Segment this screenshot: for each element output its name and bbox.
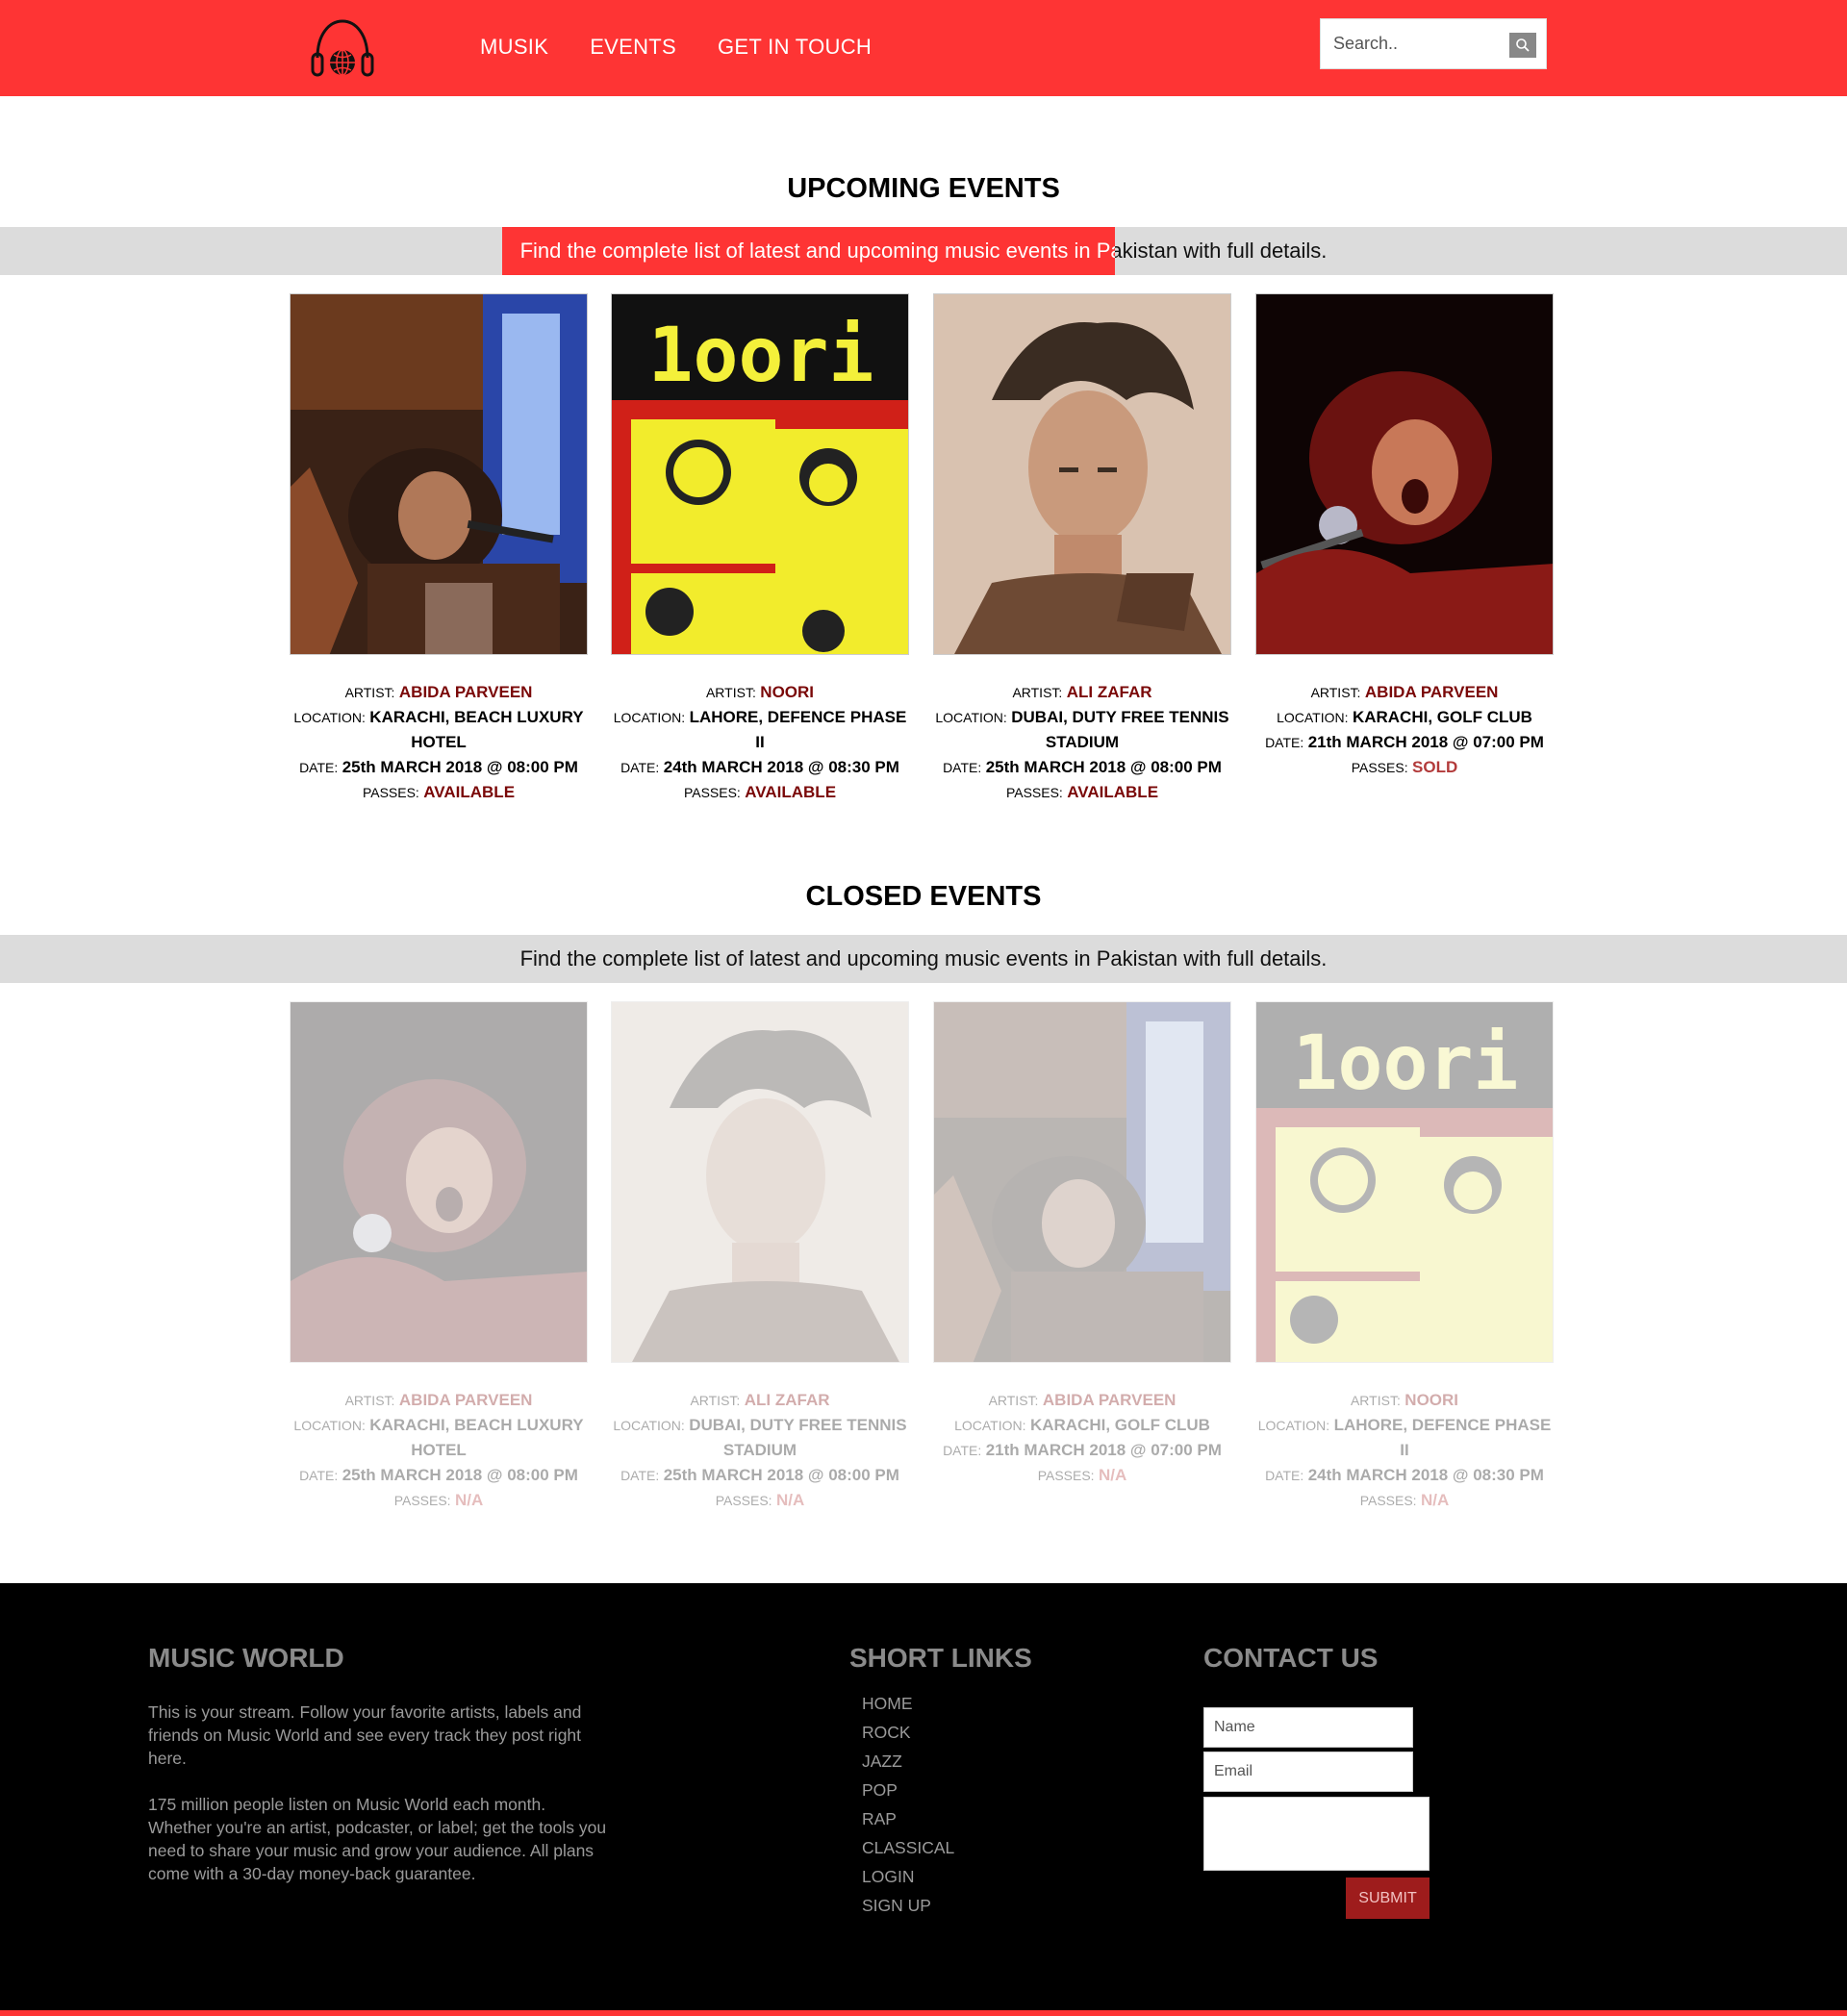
- footer-about-text: This is your stream. Follow your favorit…: [148, 1702, 582, 1768]
- search-box: [1320, 18, 1547, 69]
- event-passes-status[interactable]: SOLD: [1412, 758, 1457, 776]
- event-info: ARTIST: NOORI LOCATION: LAHORE, DEFENCE …: [613, 683, 907, 801]
- main-nav: MUSIK EVENTS GET IN TOUCH: [480, 35, 872, 60]
- contact-email-field[interactable]: [1203, 1751, 1413, 1792]
- artist-photo[interactable]: [290, 293, 588, 655]
- event-artist[interactable]: ABIDA PARVEEN: [1365, 683, 1499, 701]
- event-artist[interactable]: NOORI: [1404, 1391, 1458, 1409]
- event-info: ARTIST: NOORI LOCATION: LAHORE, DEFENCE …: [1257, 1391, 1552, 1509]
- upcoming-events-title: UPCOMING EVENTS: [787, 173, 1060, 204]
- upcoming-events-subtitle-band: Find the complete list of latest and upc…: [0, 227, 1847, 275]
- event-artist[interactable]: ALI ZAFAR: [745, 1391, 830, 1409]
- footer-links-title: SHORT LINKS: [849, 1643, 1032, 1673]
- contact-name-field[interactable]: [1203, 1707, 1413, 1748]
- event-date: 25th MARCH 2018 @ 08:00 PM: [342, 1466, 578, 1484]
- event-location: LAHORE, DEFENCE PHASE II: [689, 708, 907, 751]
- event-passes-status[interactable]: AVAILABLE: [745, 783, 836, 801]
- search-icon: [1516, 38, 1530, 52]
- event-passes-status: N/A: [1421, 1491, 1450, 1509]
- artist-photo[interactable]: [611, 1001, 909, 1363]
- event-info: ARTIST: ABIDA PARVEEN LOCATION: KARACHI,…: [1265, 683, 1544, 776]
- footer-about-title: MUSIC WORLD: [148, 1643, 344, 1673]
- artist-photo[interactable]: [933, 1001, 1231, 1363]
- svg-text:1oori: 1oori: [1293, 1021, 1519, 1107]
- svg-text:1oori: 1oori: [648, 313, 874, 399]
- event-location: KARACHI, GOLF CLUB: [1352, 708, 1532, 726]
- artist-photo[interactable]: 1oori: [1255, 1001, 1554, 1363]
- closed-events-title: CLOSED EVENTS: [805, 881, 1042, 912]
- closed-events-subtitle: Find the complete list of latest and upc…: [519, 946, 1328, 970]
- closed-event-card[interactable]: 1oori ARTIST: NOORI LOCATION: LAHORE, DE…: [1255, 1001, 1554, 1513]
- footer-link-login[interactable]: LOGIN: [862, 1862, 954, 1891]
- closed-event-card[interactable]: ARTIST: ABIDA PARVEEN LOCATION: KARACHI,…: [290, 1001, 588, 1513]
- footer-link-rock[interactable]: ROCK: [862, 1718, 954, 1747]
- event-date: 21th MARCH 2018 @ 07:00 PM: [985, 1441, 1222, 1459]
- footer-links: HOME ROCK JAZZ POP RAP CLASSICAL LOGIN S…: [862, 1689, 954, 1920]
- event-location: DUBAI, DUTY FREE TENNIS STADIUM: [689, 1416, 907, 1459]
- nav-link-musik[interactable]: MUSIK: [480, 35, 548, 60]
- artist-photo[interactable]: [290, 1001, 588, 1363]
- event-artist[interactable]: ABIDA PARVEEN: [399, 683, 533, 701]
- event-date: 24th MARCH 2018 @ 08:30 PM: [663, 758, 899, 776]
- closed-event-card[interactable]: ARTIST: ABIDA PARVEEN LOCATION: KARACHI,…: [933, 1001, 1231, 1488]
- closed-events-subtitle-band: Find the complete list of latest and upc…: [0, 935, 1847, 983]
- footer-link-rap[interactable]: RAP: [862, 1804, 954, 1833]
- event-location: KARACHI, GOLF CLUB: [1029, 1416, 1210, 1434]
- event-passes-status[interactable]: AVAILABLE: [1067, 783, 1158, 801]
- event-location: KARACHI, BEACH LUXURY HOTEL: [369, 708, 584, 751]
- subtitle-highlight-text: Find the complete list of latest and upc…: [519, 239, 1115, 263]
- event-info: ARTIST: ABIDA PARVEEN LOCATION: KARACHI,…: [943, 1391, 1222, 1484]
- event-date: 25th MARCH 2018 @ 08:00 PM: [985, 758, 1222, 776]
- contact-submit-button[interactable]: SUBMIT: [1346, 1877, 1430, 1919]
- event-info: ARTIST: ALI ZAFAR LOCATION: DUBAI, DUTY …: [935, 683, 1229, 801]
- footer-link-classical[interactable]: CLASSICAL: [862, 1833, 954, 1862]
- artist-photo[interactable]: [933, 293, 1231, 655]
- footer-link-sign-up[interactable]: SIGN UP: [862, 1891, 954, 1920]
- event-artist[interactable]: ABIDA PARVEEN: [1043, 1391, 1177, 1409]
- event-location: LAHORE, DEFENCE PHASE II: [1333, 1416, 1552, 1459]
- event-artist[interactable]: NOORI: [760, 683, 814, 701]
- event-card[interactable]: ARTIST: ALI ZAFAR LOCATION: DUBAI, DUTY …: [933, 293, 1231, 805]
- event-date: 21th MARCH 2018 @ 07:00 PM: [1307, 733, 1544, 751]
- event-passes-status: N/A: [455, 1491, 484, 1509]
- event-location: KARACHI, BEACH LUXURY HOTEL: [369, 1416, 584, 1459]
- event-card[interactable]: ARTIST: ABIDA PARVEEN LOCATION: KARACHI,…: [290, 293, 588, 805]
- event-date: 24th MARCH 2018 @ 08:30 PM: [1307, 1466, 1544, 1484]
- event-date: 25th MARCH 2018 @ 08:00 PM: [342, 758, 578, 776]
- footer-link-jazz[interactable]: JAZZ: [862, 1747, 954, 1776]
- site-header: MUSIK EVENTS GET IN TOUCH: [0, 0, 1847, 96]
- footer-link-home[interactable]: HOME: [862, 1689, 954, 1718]
- search-button[interactable]: [1509, 33, 1536, 58]
- event-info: ARTIST: ALI ZAFAR LOCATION: DUBAI, DUTY …: [613, 1391, 907, 1509]
- contact-message-field[interactable]: [1203, 1797, 1430, 1871]
- event-date: 25th MARCH 2018 @ 08:00 PM: [663, 1466, 899, 1484]
- event-card[interactable]: 1oori ARTIST: NOORI LOCATION: LAHORE, DE…: [611, 293, 909, 805]
- event-artist[interactable]: ALI ZAFAR: [1067, 683, 1152, 701]
- closed-event-card[interactable]: ARTIST: ALI ZAFAR LOCATION: DUBAI, DUTY …: [611, 1001, 909, 1513]
- artist-photo[interactable]: [1255, 293, 1554, 655]
- event-passes-status[interactable]: AVAILABLE: [423, 783, 515, 801]
- nav-link-events[interactable]: EVENTS: [590, 35, 676, 60]
- footer-contact-title: CONTACT US: [1203, 1643, 1379, 1673]
- nav-link-get-in-touch[interactable]: GET IN TOUCH: [718, 35, 872, 60]
- event-passes-status: N/A: [1099, 1466, 1127, 1484]
- footer-link-pop[interactable]: POP: [862, 1776, 954, 1804]
- event-card[interactable]: ARTIST: ABIDA PARVEEN LOCATION: KARACHI,…: [1255, 293, 1554, 780]
- footer-about-text-2: 175 million people listen on Music World…: [148, 1795, 607, 1883]
- search-input[interactable]: [1321, 19, 1504, 68]
- event-passes-status: N/A: [776, 1491, 805, 1509]
- event-info: ARTIST: ABIDA PARVEEN LOCATION: KARACHI,…: [293, 1391, 584, 1509]
- event-artist[interactable]: ABIDA PARVEEN: [399, 1391, 533, 1409]
- footer-accent-bar: [0, 2010, 1847, 2016]
- headphones-globe-icon[interactable]: [308, 15, 377, 81]
- event-location: DUBAI, DUTY FREE TENNIS STADIUM: [1011, 708, 1229, 751]
- event-info: ARTIST: ABIDA PARVEEN LOCATION: KARACHI,…: [293, 683, 584, 801]
- artist-photo[interactable]: 1oori: [611, 293, 909, 655]
